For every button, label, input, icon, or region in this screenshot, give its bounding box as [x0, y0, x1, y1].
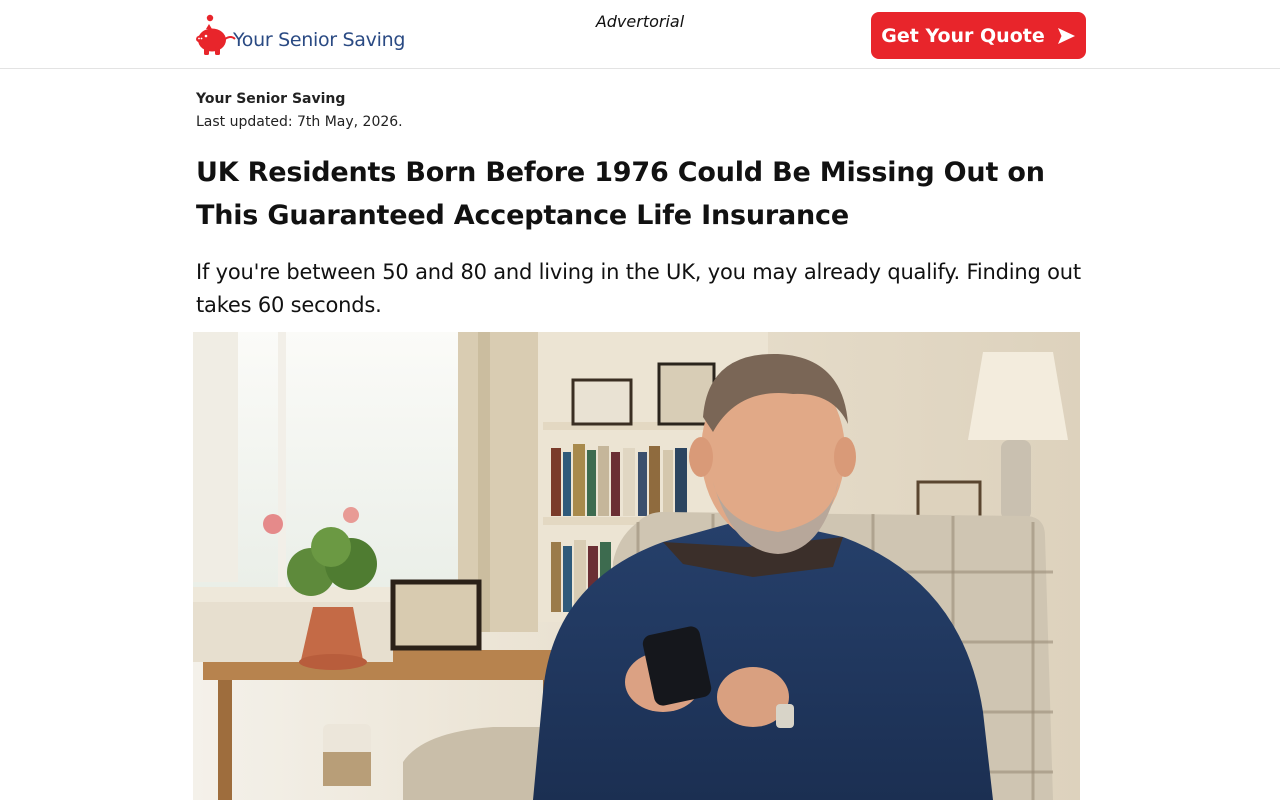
- send-arrow-icon: [1057, 27, 1076, 45]
- get-quote-label: Get Your Quote: [881, 24, 1045, 47]
- article-date: Last updated: 7th May, 2026.: [196, 114, 403, 130]
- article-headline: UK Residents Born Before 1976 Could Be M…: [196, 157, 1045, 231]
- article-author: Your Senior Saving: [196, 91, 346, 107]
- article-lede: If you're between 50 and 80 and living i…: [196, 260, 1081, 317]
- site-header: Your Senior Saving Advertorial Get Your …: [0, 0, 1280, 69]
- hero-image: [193, 332, 1080, 800]
- advertorial-label: Advertorial: [595, 12, 685, 31]
- get-quote-button[interactable]: Get Your Quote: [871, 12, 1086, 59]
- logo-text: Your Senior Saving: [233, 29, 406, 51]
- article-meta: Your Senior Saving Last updated: 7th May…: [196, 90, 1096, 132]
